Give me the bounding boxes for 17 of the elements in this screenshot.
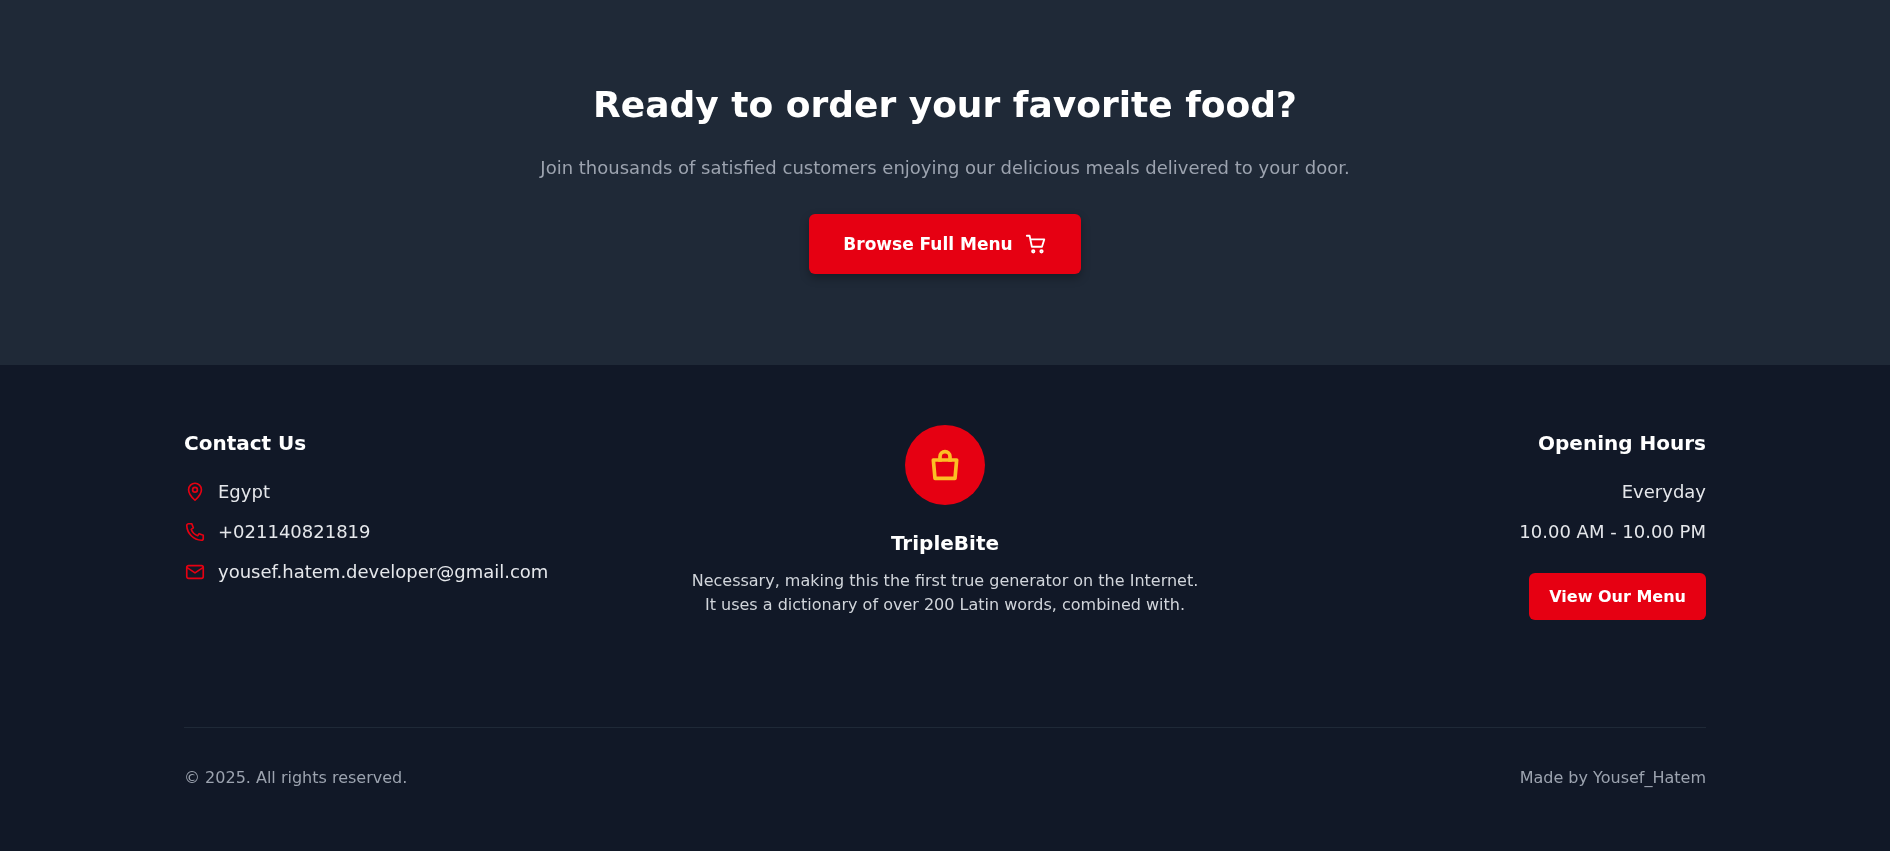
contact-text: yousef.hatem.developer@gmail.com [218,560,549,584]
contact-text: Egypt [218,480,270,504]
brand-name: TripleBite [890,531,1000,555]
cart-icon [1024,233,1047,255]
cta-subtitle: Join thousands of satisfied customers enjoying our delicious meals delivered to your door. [540,157,1350,178]
view-menu-button[interactable]: View Our Menu [1529,573,1706,620]
credit: Made by Yousef_Hatem [1519,768,1706,787]
cta-title: Ready to order your favorite food? [593,83,1297,127]
contact-heading: Contact Us [184,430,308,457]
copyright: © 2025. All rights reserved. [184,768,408,787]
hours-heading: Opening Hours [1538,430,1706,457]
phone-icon [184,521,206,543]
opening-time: 10.00 AM - 10.00 PM [1519,520,1706,544]
browse-menu-button[interactable]: Browse Full Menu [809,214,1081,274]
contact-text: +021140821819 [218,520,371,544]
opening-days: Everyday [1621,479,1706,505]
brand-description: Necessary, making this the first true generator on the Internet. It uses a dictionary of over 200 Latin words, combined with. [691,570,1199,616]
